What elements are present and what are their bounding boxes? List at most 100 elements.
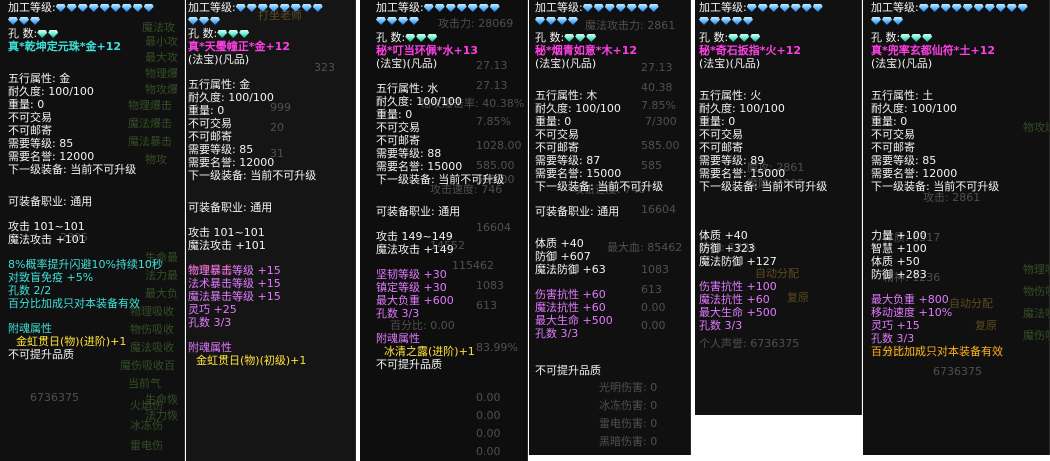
socket-gem-icon bbox=[228, 30, 239, 38]
gem-row bbox=[8, 15, 41, 27]
craft-level-label: 加工等级: bbox=[699, 1, 747, 15]
bg-text: 0.00 bbox=[476, 391, 501, 404]
diamond-icon bbox=[637, 4, 648, 12]
gem-row bbox=[582, 2, 660, 14]
item-tooltip-5: 攻击: 2861 体质: 6317 精神: 1236 自动分配 复原 善恶: 0… bbox=[863, 0, 1050, 455]
diamond-icon bbox=[121, 4, 132, 12]
item-grade: (法宝)(凡品) bbox=[699, 57, 761, 70]
holes-label: 孔 数: bbox=[8, 27, 38, 41]
diamond-icon bbox=[626, 4, 637, 12]
tooltip-body: 加工等级: 孔 数: 真*乾坤定元珠*金+12 五行属性: 金 耐久度: 100… bbox=[8, 1, 184, 362]
diamond-icon bbox=[110, 4, 121, 12]
diamond-icon bbox=[143, 4, 154, 12]
diamond-icon bbox=[301, 4, 312, 12]
bg-text: 当前气 bbox=[128, 377, 161, 390]
socket-gem-icon bbox=[900, 34, 911, 42]
tooltip-body: 加工等级: 孔 数: 秘*烟青如意*木+12 (法宝)(凡品) 五行属性: 木 … bbox=[535, 1, 690, 378]
next-equip: 下一级装备: 当前不可升级 bbox=[376, 173, 505, 186]
diamond-icon bbox=[8, 17, 18, 25]
craft-level-row: 加工等级: bbox=[188, 1, 355, 15]
diamond-icon bbox=[199, 17, 209, 25]
equip-job: 可装备职业: 通用 bbox=[535, 205, 620, 218]
gem-row bbox=[55, 2, 155, 14]
diamond-icon bbox=[467, 4, 478, 12]
diamond-icon bbox=[732, 17, 742, 25]
craft-level-label: 加工等级: bbox=[535, 1, 583, 15]
diamond-icon bbox=[746, 4, 757, 12]
bonus-attr: 孔数 3/3 bbox=[535, 327, 579, 340]
next-equip: 下一级装备: 当前不可升级 bbox=[699, 180, 828, 193]
diamond-icon bbox=[893, 17, 903, 25]
diamond-icon bbox=[871, 17, 881, 25]
base-attr: 魔法防御 +127 bbox=[699, 255, 777, 268]
socket-gem-icon bbox=[405, 34, 416, 42]
quality-note: 不可提升品质 bbox=[535, 364, 601, 377]
diamond-icon bbox=[940, 4, 951, 12]
diamond-icon bbox=[962, 4, 973, 12]
diamond-icon bbox=[546, 17, 556, 25]
craft-level-row-2 bbox=[871, 15, 1049, 28]
quality-note: 不可提升品质 bbox=[376, 358, 442, 371]
diamond-icon bbox=[188, 17, 198, 25]
base-attr: 魔法攻击 +101 bbox=[8, 233, 86, 246]
craft-level-row: 加工等级: bbox=[699, 1, 861, 15]
diamond-icon bbox=[246, 4, 257, 12]
gem-row bbox=[188, 15, 221, 27]
diamond-icon bbox=[387, 17, 397, 25]
diamond-icon bbox=[445, 4, 456, 12]
item-grade: (法宝)(凡品) bbox=[871, 57, 933, 70]
craft-level-label: 加工等级: bbox=[376, 1, 424, 15]
hole-gems bbox=[564, 32, 597, 44]
diamond-icon bbox=[279, 4, 290, 12]
socket-gem-icon bbox=[911, 34, 922, 42]
socket-gem-icon bbox=[739, 34, 750, 42]
gem-row bbox=[746, 2, 824, 14]
quality-note: 不可提升品质 bbox=[8, 348, 74, 361]
gem-row bbox=[535, 15, 579, 27]
diamond-icon bbox=[721, 17, 731, 25]
bg-text: 法力恢 bbox=[145, 409, 178, 422]
next-equip: 下一级装备: 当前不可升级 bbox=[871, 180, 1000, 193]
diamond-icon bbox=[768, 4, 779, 12]
diamond-icon bbox=[434, 4, 445, 12]
hole-gems bbox=[728, 32, 761, 44]
socket-gem-icon bbox=[217, 30, 228, 38]
bg-text: 0.00 bbox=[476, 427, 501, 440]
base-attr: 魔法攻击 +101 bbox=[188, 239, 266, 252]
bonus-attr: 百分比加成只对本装备有效 bbox=[871, 345, 1003, 358]
diamond-icon bbox=[699, 17, 709, 25]
socket-gem-icon bbox=[239, 30, 250, 38]
holes-label: 孔 数: bbox=[699, 31, 729, 45]
diamond-icon bbox=[812, 4, 823, 12]
hole-gems bbox=[37, 28, 59, 40]
craft-level-row-2 bbox=[376, 15, 527, 28]
gem-row bbox=[235, 2, 324, 14]
holes-label: 孔 数: bbox=[376, 31, 406, 45]
item-tooltip-2: 攻击力: 28069 27.13 27.13 物攻爆击率: 40.38% 7.8… bbox=[360, 0, 528, 461]
bg-text: 光明伤害: 0 bbox=[599, 381, 658, 394]
diamond-icon bbox=[235, 4, 246, 12]
diamond-icon bbox=[19, 17, 29, 25]
diamond-icon bbox=[99, 4, 110, 12]
item-tooltip-0: 魔法攻 最小攻 最大攻 物理爆 物攻爆 物理爆击 魔法爆击 魔法暴击 物攻 28… bbox=[0, 0, 185, 461]
hole-gems bbox=[900, 32, 933, 44]
bg-text: 生命恢 bbox=[145, 393, 178, 406]
diamond-icon bbox=[66, 4, 77, 12]
diamond-icon bbox=[779, 4, 790, 12]
socket-gem-icon bbox=[427, 34, 438, 42]
socket-gem-icon bbox=[564, 34, 575, 42]
diamond-icon bbox=[423, 4, 434, 12]
tooltip-body: 加工等级: 孔 数: 真*天璺幢正*金+12 (法宝)(凡品) 五行属性: 金 … bbox=[188, 1, 355, 368]
bonus-attr: 孔数 3/3 bbox=[188, 316, 232, 329]
craft-level-row-2 bbox=[8, 15, 184, 28]
next-equip: 下一级装备: 当前不可升级 bbox=[535, 180, 664, 193]
diamond-icon bbox=[77, 4, 88, 12]
diamond-icon bbox=[929, 4, 940, 12]
base-attr: 防御 +283 bbox=[871, 268, 927, 281]
next-equip: 下一级装备: 当前不可升级 bbox=[188, 169, 317, 182]
diamond-icon bbox=[951, 4, 962, 12]
bonus-attr: 孔数 3/3 bbox=[376, 307, 420, 320]
diamond-icon bbox=[615, 4, 626, 12]
diamond-icon bbox=[882, 17, 892, 25]
item-title: 真*乾坤定元珠*金+12 bbox=[8, 40, 122, 53]
